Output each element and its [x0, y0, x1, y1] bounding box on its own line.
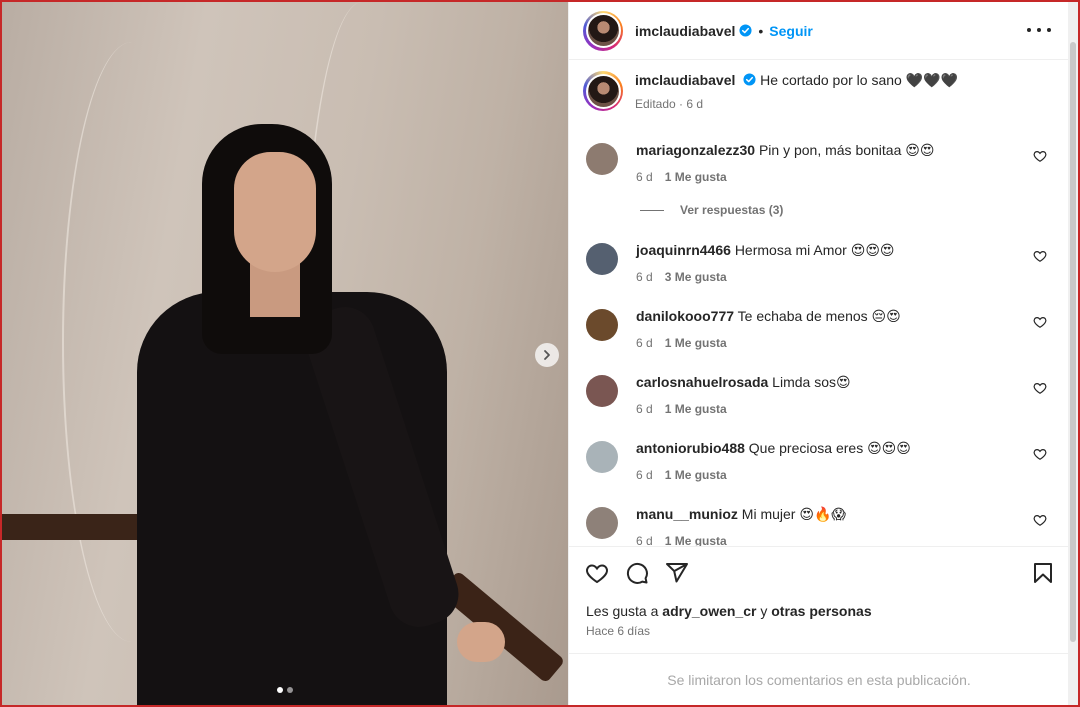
header-separator: • [758, 22, 764, 39]
comment-likes[interactable]: 1 Me gusta [665, 534, 727, 546]
comment-avatar[interactable] [586, 309, 618, 341]
comment-likes[interactable]: 3 Me gusta [665, 270, 727, 284]
likes-others[interactable]: otras personas [771, 603, 871, 619]
heart-icon[interactable] [1033, 381, 1047, 395]
likes-join: y [760, 603, 768, 619]
comment-likes[interactable]: 1 Me gusta [665, 468, 727, 482]
carousel-dot [287, 687, 293, 693]
likes-summary: Les gusta a adry_owen_cr y otras persona… [586, 603, 872, 619]
comment-username[interactable]: carlosnahuelrosada [636, 374, 768, 390]
caption-author-avatar[interactable] [583, 71, 623, 111]
comment-item: danilokooo777 Te echaba de menos 😔😍 6 d 1… [583, 307, 1053, 352]
follow-button[interactable]: Seguir [769, 23, 813, 39]
comment-age: 6 d [636, 402, 653, 416]
post-actions: Les gusta a adry_owen_cr y otras persona… [569, 546, 1069, 653]
comment-age: 6 d [636, 468, 653, 482]
comment-username[interactable]: danilokooo777 [636, 308, 734, 324]
carousel-dots [277, 687, 293, 693]
share-icon[interactable] [665, 561, 689, 585]
verified-icon [739, 24, 752, 37]
view-replies-button[interactable]: Ver respuestas (3) [640, 203, 783, 217]
comment-item: joaquinrn4466 Hermosa mi Amor 😍😍😍 6 d 3 M… [583, 241, 1053, 286]
heart-icon[interactable] [1033, 315, 1047, 329]
comments-list[interactable]: imclaudiabavel He cortado por lo sano 🖤🖤… [569, 61, 1069, 546]
comment-username[interactable]: joaquinrn4466 [636, 242, 731, 258]
caption-text: He cortado por lo sano 🖤🖤🖤 [760, 72, 958, 88]
comment-avatar[interactable] [586, 507, 618, 539]
comment-avatar[interactable] [586, 243, 618, 275]
comment-item: carlosnahuelrosada Limda sos😍 6 d 1 Me gu… [583, 373, 1053, 418]
comment-text: Te echaba de menos 😔😍 [737, 308, 901, 324]
comment-item: mariagonzalezz30 Pin y pon, más bonitaa … [583, 141, 1053, 186]
comment-age: 6 d [636, 170, 653, 184]
comment-likes[interactable]: 1 Me gusta [665, 336, 727, 350]
post-side-panel: imclaudiabavel • Seguir imclaudiabavel H… [568, 2, 1069, 705]
comment-icon[interactable] [625, 561, 649, 585]
view-replies-label: Ver respuestas (3) [680, 203, 784, 217]
likes-user[interactable]: adry_owen_cr [662, 603, 756, 619]
heart-icon[interactable] [1033, 149, 1047, 163]
comment-text: Limda sos😍 [772, 374, 851, 390]
comment-age: 6 d [636, 270, 653, 284]
comment-text: Hermosa mi Amor 😍😍😍 [734, 242, 895, 258]
post-caption: imclaudiabavel He cortado por lo sano 🖤🖤… [583, 71, 958, 113]
scrollbar-thumb[interactable] [1070, 42, 1076, 642]
post-photo[interactable] [2, 2, 568, 705]
save-icon[interactable] [1031, 561, 1055, 585]
comment-username[interactable]: mariagonzalezz30 [636, 142, 755, 158]
author-avatar[interactable] [583, 10, 623, 51]
carousel-dot-active [277, 687, 283, 693]
verified-icon [743, 73, 756, 86]
chevron-right-icon [544, 350, 550, 360]
heart-icon[interactable] [1033, 447, 1047, 461]
heart-icon[interactable] [1033, 249, 1047, 263]
comment-username[interactable]: manu__munioz [636, 506, 738, 522]
comment-avatar[interactable] [586, 143, 618, 175]
heart-icon[interactable] [1033, 513, 1047, 527]
post-header: imclaudiabavel • Seguir [569, 2, 1069, 60]
caption-meta: Editado · 6 d [635, 97, 704, 111]
person-face [234, 152, 316, 272]
heart-icon[interactable] [585, 561, 609, 585]
comment-text: Mi mujer 😍🔥😱 [741, 506, 846, 522]
comment-likes[interactable]: 1 Me gusta [665, 402, 727, 416]
comment-text: Que preciosa eres 😍😍😍 [748, 440, 911, 456]
author-username[interactable]: imclaudiabavel [635, 23, 735, 39]
person-hand [457, 622, 505, 662]
caption-username[interactable]: imclaudiabavel [635, 72, 735, 88]
comment-username[interactable]: antoniorubio488 [636, 440, 745, 456]
carousel-next-button[interactable] [535, 343, 559, 367]
post-time[interactable]: Hace 6 días [586, 624, 650, 638]
page-scrollbar[interactable] [1068, 2, 1078, 705]
more-options-icon[interactable] [1027, 20, 1051, 40]
comment-avatar[interactable] [586, 375, 618, 407]
comment-item: antoniorubio488 Que preciosa eres 😍😍😍 6 … [583, 439, 1053, 484]
comments-limited-notice: Se limitaron los comentarios en esta pub… [569, 653, 1069, 705]
comment-item: manu__munioz Mi mujer 😍🔥😱 6 d 1 Me gusta [583, 505, 1053, 546]
comment-avatar[interactable] [586, 441, 618, 473]
comment-age: 6 d [636, 336, 653, 350]
comment-age: 6 d [636, 534, 653, 546]
comment-likes[interactable]: 1 Me gusta [665, 170, 727, 184]
wall-rail [2, 514, 142, 540]
likes-prefix: Les gusta a [586, 603, 659, 619]
comment-text: Pin y pon, más bonitaa 😍😍 [758, 142, 935, 158]
